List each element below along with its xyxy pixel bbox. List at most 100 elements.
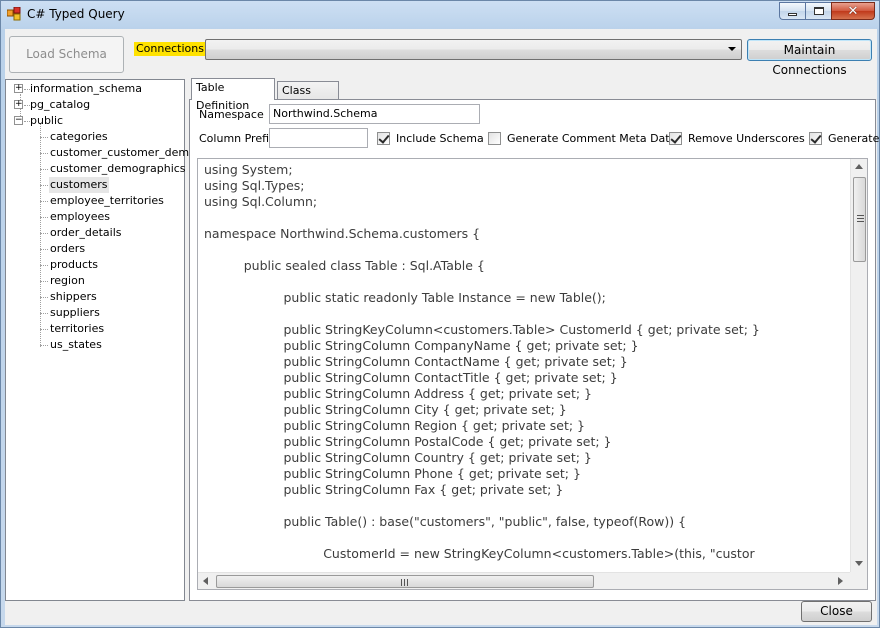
vertical-scrollbar[interactable] xyxy=(850,159,867,573)
checkbox-unchecked-icon xyxy=(488,132,501,145)
tree-node-label: information_schema xyxy=(30,82,142,95)
tree-node-label: products xyxy=(50,258,99,271)
column-prefix-label: Column Prefix xyxy=(199,132,276,145)
tree-node-label: us_states xyxy=(50,338,102,351)
code-line: public sealed class Table : Sql.ATable { xyxy=(204,258,485,273)
scroll-left-icon[interactable] xyxy=(203,577,208,585)
tree-node-label: employees xyxy=(50,210,111,223)
tree-connector xyxy=(40,329,48,330)
remove-underscores-label: Remove Underscores xyxy=(688,132,805,145)
tree-node-label: customer_demographics xyxy=(50,162,186,175)
checkbox-checked-icon xyxy=(809,132,822,145)
code-line: using System; xyxy=(204,162,293,177)
scroll-corner xyxy=(850,572,867,589)
tree-connector xyxy=(40,281,48,282)
namespace-field[interactable]: Northwind.Schema xyxy=(269,104,480,124)
code-line: public StringColumn ContactName { get; p… xyxy=(204,354,628,369)
code-line: public StringColumn City { get; private … xyxy=(204,402,567,417)
tree-connector xyxy=(40,345,48,346)
vertical-scroll-thumb[interactable] xyxy=(853,177,866,262)
code-line: namespace Northwind.Schema.customers { xyxy=(204,226,481,241)
tree-connector xyxy=(40,233,48,234)
code-line: public StringColumn CompanyName { get; p… xyxy=(204,338,639,353)
horizontal-scrollbar[interactable] xyxy=(198,572,851,589)
generate-label: Generate xyxy=(828,132,880,145)
code-line: using Sql.Column; xyxy=(204,194,318,209)
tab-class-code[interactable]: Class Code xyxy=(277,81,339,115)
collapse-icon[interactable]: − xyxy=(14,116,23,125)
tree-node-label: suppliers xyxy=(50,306,100,319)
code-line: public StringColumn Address { get; priva… xyxy=(204,386,593,401)
include-schema-label: Include Schema xyxy=(396,132,484,145)
grip-icon xyxy=(401,579,408,586)
checkbox-checked-icon xyxy=(377,132,390,145)
tree-node-label: categories xyxy=(50,130,108,143)
code-line: public StringKeyColumn<customers.Table> … xyxy=(204,322,760,337)
grip-icon xyxy=(857,215,864,222)
load-schema-button[interactable]: Load Schema xyxy=(9,36,124,73)
code-line: using Sql.Types; xyxy=(204,178,305,193)
maximize-icon xyxy=(813,7,824,15)
tree-node-label: region xyxy=(50,274,85,287)
tab-table-definition[interactable]: Table Definition xyxy=(191,78,275,112)
minimize-button[interactable] xyxy=(779,2,805,20)
table-definition-panel: Namespace Northwind.Schema Column Prefix… xyxy=(189,99,879,601)
minimize-icon xyxy=(788,12,797,16)
client-area: Load Schema Connections Maintain Connect… xyxy=(5,29,879,625)
tree-connector xyxy=(40,249,48,250)
tree-connector xyxy=(40,201,48,202)
tree-node-label: public xyxy=(30,114,64,127)
app-icon xyxy=(7,7,21,21)
code-line: public StringColumn ContactTitle { get; … xyxy=(204,370,618,385)
tree-connector xyxy=(40,313,48,314)
connections-dropdown[interactable] xyxy=(205,39,742,60)
caption-buttons: ✕ xyxy=(779,2,875,20)
generate-comment-checkbox[interactable]: Generate Comment Meta Data xyxy=(488,132,676,145)
chevron-down-icon xyxy=(728,47,736,51)
column-prefix-field[interactable] xyxy=(269,128,368,148)
horizontal-scroll-thumb[interactable] xyxy=(216,575,594,588)
code-line: CustomerId = new StringKeyColumn<custome… xyxy=(204,546,755,561)
connections-label: Connections xyxy=(134,42,206,56)
close-icon: ✕ xyxy=(847,3,859,19)
code-line: public StringColumn Fax { get; private s… xyxy=(204,482,564,497)
checkbox-checked-icon xyxy=(669,132,682,145)
close-button[interactable]: Close xyxy=(801,601,872,622)
window-title: C# Typed Query xyxy=(27,7,125,21)
tree-node-label: customers xyxy=(49,177,109,193)
tab-control: Table Definition Class Code Namespace No… xyxy=(189,78,879,601)
tree-connector xyxy=(40,137,48,138)
tree-connector xyxy=(40,265,48,266)
expand-icon[interactable]: + xyxy=(14,84,23,93)
tree-node-label: shippers xyxy=(50,290,97,303)
tree-node-label: customer_customer_demo xyxy=(50,146,196,159)
app-window: C# Typed Query ✕ Load Schema Connections… xyxy=(0,0,880,628)
expand-icon[interactable]: + xyxy=(14,100,23,109)
code-text: using System; using Sql.Types; using Sql.C… xyxy=(198,159,851,573)
code-line: public StringColumn Phone { get; private… xyxy=(204,466,581,481)
schema-tree[interactable]: + information_schema + pg_catalog − publ… xyxy=(5,79,196,601)
code-line: public StringColumn Region { get; privat… xyxy=(204,418,586,433)
maintain-connections-button[interactable]: Maintain Connections xyxy=(747,39,872,77)
generate-checkbox[interactable]: Generate xyxy=(809,132,879,145)
scroll-up-icon[interactable] xyxy=(855,164,863,169)
title-bar[interactable]: C# Typed Query ✕ xyxy=(1,1,879,29)
close-window-button[interactable]: ✕ xyxy=(831,2,875,20)
code-preview[interactable]: using System; using Sql.Types; using Sql.C… xyxy=(197,158,868,590)
include-schema-checkbox[interactable]: Include Schema xyxy=(377,132,484,145)
generate-comment-label: Generate Comment Meta Data xyxy=(507,132,677,145)
scroll-right-icon[interactable] xyxy=(838,577,843,585)
remove-underscores-checkbox[interactable]: Remove Underscores xyxy=(669,132,805,145)
code-line: public static readonly Table Instance = … xyxy=(204,290,606,305)
maximize-button[interactable] xyxy=(805,2,831,20)
scroll-down-icon[interactable] xyxy=(855,561,863,566)
tree-node-label: order_details xyxy=(50,226,122,239)
tree-connector xyxy=(40,169,48,170)
code-line: public StringColumn Country { get; priva… xyxy=(204,450,592,465)
code-line: public StringColumn PostalCode { get; pr… xyxy=(204,434,612,449)
